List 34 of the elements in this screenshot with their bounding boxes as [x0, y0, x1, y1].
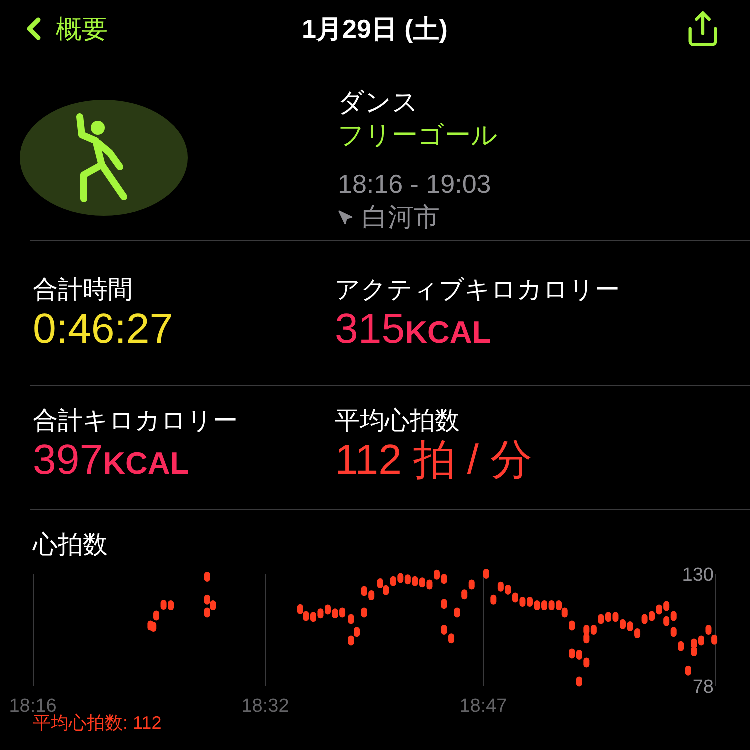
average-heart-rate: 平均心拍数: 112 [33, 712, 163, 734]
heart-rate-point [685, 666, 692, 676]
heart-rate-point [490, 594, 497, 605]
workout-goal: フリーゴール [338, 119, 498, 152]
metric-unit: KCAL [103, 444, 190, 482]
date-title: 1月29日 (土) [302, 12, 448, 46]
metric-label: 合計キロカロリー [33, 406, 239, 436]
x-axis-label: 18:47 [460, 696, 508, 717]
heart-rate-point [569, 620, 576, 631]
y-axis-label: 130 [682, 565, 714, 586]
metric-value: 315 [335, 305, 406, 353]
heart-rate-point [483, 569, 490, 579]
heart-rate-point [204, 572, 210, 582]
workout-location: 白河市 [362, 201, 440, 234]
workout-time: 18:16 - 19:03 [338, 168, 492, 201]
metric-value: 397 [33, 436, 104, 484]
metric-label: 平均心拍数 [335, 406, 461, 436]
heart-rate-point [441, 599, 448, 610]
back-button[interactable]: 概要 [16, 10, 186, 48]
chart-title: 心拍数 [33, 530, 109, 560]
metric-label: アクティブキロカロリー [335, 275, 621, 305]
heart-rate-point [678, 641, 684, 652]
heart-rate-point [576, 676, 582, 687]
location-arrow-icon [338, 210, 354, 226]
x-axis-label: 18:32 [242, 696, 290, 717]
y-axis-label: 78 [692, 677, 714, 698]
heart-rate-point [348, 614, 354, 624]
metric-label: 合計時間 [33, 275, 134, 305]
metric-value: 112 拍 / 分 [335, 436, 533, 484]
workout-type: ダンス [338, 86, 420, 119]
metric-unit: KCAL [405, 314, 492, 352]
metric-value: 0:46:27 [33, 305, 174, 353]
heart-rate-point [454, 608, 460, 618]
heart-rate-point [361, 608, 368, 618]
